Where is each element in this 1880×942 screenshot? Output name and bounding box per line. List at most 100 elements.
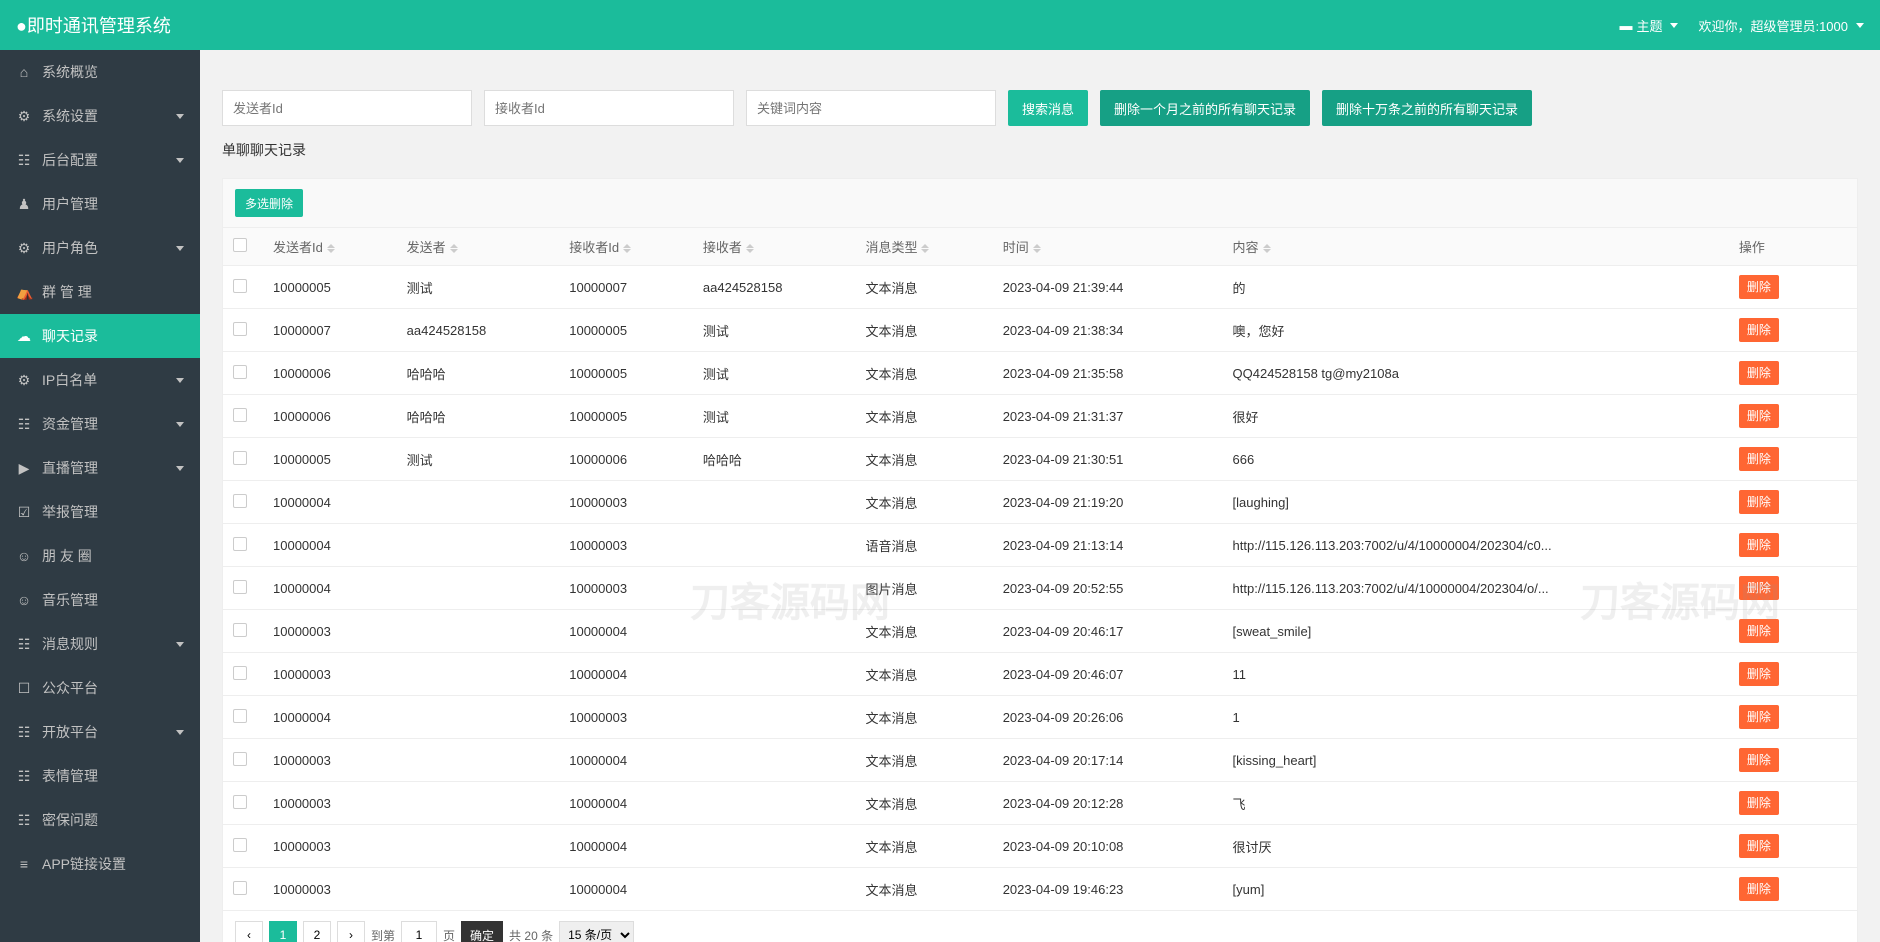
menu-icon: ☷ (16, 724, 32, 741)
table-row: 10000007aa42452815810000005测试文本消息2023-04… (223, 309, 1857, 352)
sidebar-item-9[interactable]: ▶直播管理 (0, 446, 200, 490)
sidebar-item-label: 密保问题 (42, 810, 98, 830)
row-checkbox[interactable] (233, 623, 247, 637)
col-receiver[interactable]: 接收者 (693, 228, 856, 266)
sidebar-item-12[interactable]: ☺音乐管理 (0, 578, 200, 622)
sidebar-item-7[interactable]: ⚙IP白名单 (0, 358, 200, 402)
delete-row-button[interactable]: 删除 (1739, 877, 1779, 901)
chat-icon: ▬ (1619, 18, 1632, 33)
row-checkbox[interactable] (233, 881, 247, 895)
row-checkbox[interactable] (233, 580, 247, 594)
delete-row-button[interactable]: 删除 (1739, 834, 1779, 858)
row-checkbox[interactable] (233, 537, 247, 551)
delete-month-button[interactable]: 删除一个月之前的所有聊天记录 (1100, 90, 1310, 126)
menu-icon: ☷ (16, 812, 32, 829)
sidebar-item-2[interactable]: ☷后台配置 (0, 138, 200, 182)
col-receiver-id[interactable]: 接收者Id (559, 228, 693, 266)
sidebar-item-label: 群 管 理 (42, 282, 92, 302)
delete-row-button[interactable]: 删除 (1739, 791, 1779, 815)
delete-row-button[interactable]: 删除 (1739, 361, 1779, 385)
cell-sender (397, 825, 560, 868)
sidebar-item-label: 系统设置 (42, 106, 98, 126)
chevron-down-icon (176, 246, 184, 251)
chevron-down-icon (176, 378, 184, 383)
delete-row-button[interactable]: 删除 (1739, 662, 1779, 686)
sort-icon (450, 244, 458, 253)
sidebar-item-label: 资金管理 (42, 414, 98, 434)
row-checkbox[interactable] (233, 709, 247, 723)
keyword-input[interactable] (746, 90, 996, 126)
sidebar-item-14[interactable]: ☐公众平台 (0, 666, 200, 710)
delete-row-button[interactable]: 删除 (1739, 275, 1779, 299)
delete-row-button[interactable]: 删除 (1739, 576, 1779, 600)
delete-row-button[interactable]: 删除 (1739, 404, 1779, 428)
row-checkbox[interactable] (233, 408, 247, 422)
page-2-button[interactable]: 2 (303, 921, 331, 942)
sidebar-item-5[interactable]: ⛺群 管 理 (0, 270, 200, 314)
goto-confirm-button[interactable]: 确定 (461, 921, 503, 942)
sidebar-item-4[interactable]: ⚙用户角色 (0, 226, 200, 270)
sidebar-item-0[interactable]: ⌂系统概览 (0, 50, 200, 94)
row-checkbox[interactable] (233, 322, 247, 336)
theme-switcher[interactable]: ▬ 主题 (1619, 16, 1678, 35)
select-all-checkbox[interactable] (233, 238, 247, 252)
row-checkbox[interactable] (233, 838, 247, 852)
delete-row-button[interactable]: 删除 (1739, 490, 1779, 514)
col-sender-id[interactable]: 发送者Id (263, 228, 397, 266)
sidebar-item-15[interactable]: ☷开放平台 (0, 710, 200, 754)
search-button[interactable]: 搜索消息 (1008, 90, 1088, 126)
multi-delete-button[interactable]: 多选删除 (235, 189, 303, 217)
cell-sender (397, 696, 560, 739)
next-page-button[interactable]: › (337, 921, 365, 942)
delete-row-button[interactable]: 删除 (1739, 748, 1779, 772)
row-checkbox[interactable] (233, 494, 247, 508)
delete-row-button[interactable]: 删除 (1739, 318, 1779, 342)
cell-sender-id: 10000003 (263, 610, 397, 653)
sender-id-input[interactable] (222, 90, 472, 126)
sidebar-item-1[interactable]: ⚙系统设置 (0, 94, 200, 138)
table-row: 1000000410000003文本消息2023-04-09 20:26:061… (223, 696, 1857, 739)
sort-icon (921, 244, 929, 253)
page-number-input[interactable] (401, 921, 437, 942)
page-size-select[interactable]: 15 条/页 (559, 921, 634, 942)
row-checkbox[interactable] (233, 365, 247, 379)
row-checkbox[interactable] (233, 451, 247, 465)
page-1-button[interactable]: 1 (269, 921, 297, 942)
sidebar-item-6[interactable]: ☁聊天记录 (0, 314, 200, 358)
chevron-down-icon (176, 422, 184, 427)
sidebar-item-11[interactable]: ☺朋 友 圈 (0, 534, 200, 578)
delete-row-button[interactable]: 删除 (1739, 619, 1779, 643)
sidebar-item-10[interactable]: ☑举报管理 (0, 490, 200, 534)
user-menu[interactable]: 欢迎你，超级管理员:1000 (1698, 16, 1864, 35)
sidebar-item-13[interactable]: ☷ 消息规则 (0, 622, 200, 666)
cell-content: [sweat_smile] (1223, 610, 1729, 653)
cell-receiver (693, 653, 856, 696)
delete-row-button[interactable]: 删除 (1739, 447, 1779, 471)
app-title: ●即时通讯管理系统 (16, 12, 171, 38)
prev-page-button[interactable]: ‹ (235, 921, 263, 942)
cell-receiver (693, 739, 856, 782)
sidebar-item-16[interactable]: ☷表情管理 (0, 754, 200, 798)
col-sender[interactable]: 发送者 (397, 228, 560, 266)
menu-icon: ☷ (16, 636, 32, 653)
sidebar-item-17[interactable]: ☷ 密保问题 (0, 798, 200, 842)
sidebar-item-8[interactable]: ☷资金管理 (0, 402, 200, 446)
sidebar-item-3[interactable]: ♟用户管理 (0, 182, 200, 226)
table-row: 10000006哈哈哈10000005测试文本消息2023-04-09 21:3… (223, 352, 1857, 395)
row-checkbox[interactable] (233, 666, 247, 680)
delete-100k-button[interactable]: 删除十万条之前的所有聊天记录 (1322, 90, 1532, 126)
delete-row-button[interactable]: 删除 (1739, 705, 1779, 729)
menu-icon: ☁ (16, 328, 32, 345)
row-checkbox[interactable] (233, 795, 247, 809)
col-time[interactable]: 时间 (993, 228, 1223, 266)
col-content[interactable]: 内容 (1223, 228, 1729, 266)
receiver-id-input[interactable] (484, 90, 734, 126)
row-checkbox[interactable] (233, 752, 247, 766)
col-msg-type[interactable]: 消息类型 (855, 228, 992, 266)
row-checkbox[interactable] (233, 279, 247, 293)
sidebar-item-label: 消息规则 (42, 634, 98, 654)
sidebar-item-18[interactable]: ≡APP链接设置 (0, 842, 200, 886)
delete-row-button[interactable]: 删除 (1739, 533, 1779, 557)
cell-receiver-id: 10000004 (559, 868, 693, 911)
cell-sender: 测试 (397, 266, 560, 309)
